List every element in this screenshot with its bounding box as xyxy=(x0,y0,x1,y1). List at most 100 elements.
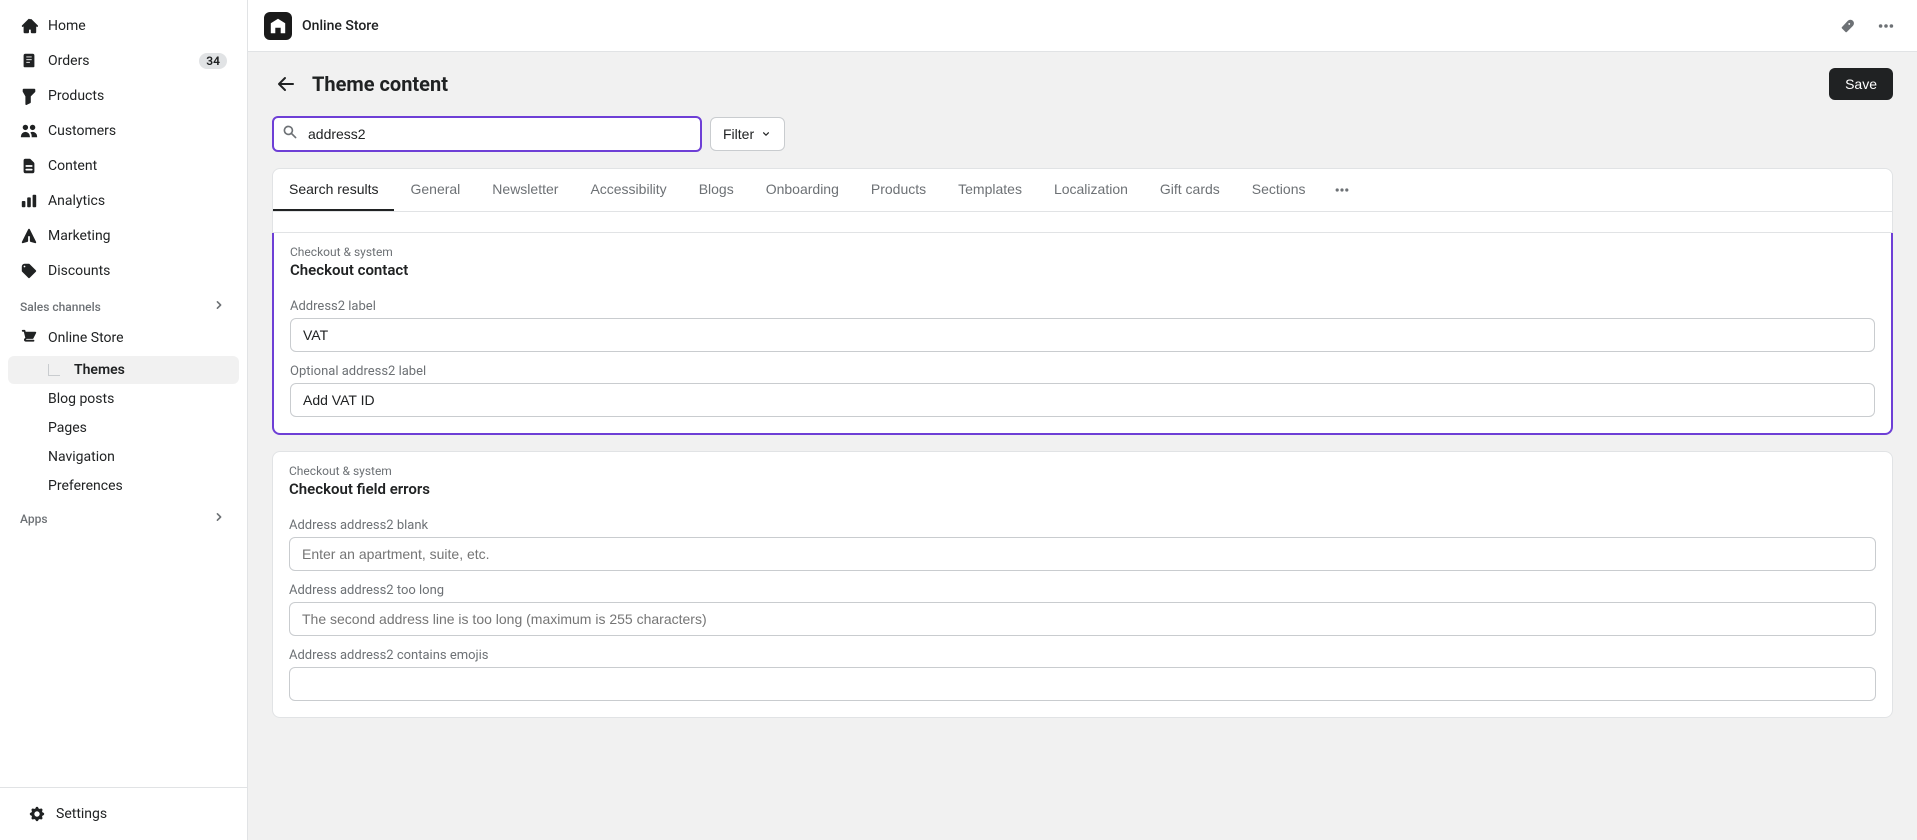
sidebar-sub-item-blog-posts-label: Blog posts xyxy=(48,391,114,407)
address2-label-label: Address2 label xyxy=(290,299,1875,314)
sidebar-sub-item-preferences-label: Preferences xyxy=(48,478,123,494)
settings-icon xyxy=(28,805,46,823)
back-button[interactable] xyxy=(272,70,300,98)
page-title: Theme content xyxy=(312,72,448,96)
content-icon xyxy=(20,157,38,175)
filter-label: Filter xyxy=(723,126,754,142)
discounts-icon xyxy=(20,262,38,280)
orders-badge: 34 xyxy=(199,53,227,69)
products-icon xyxy=(20,87,38,105)
tabs-wrapper: Search results General Newsletter Access… xyxy=(272,168,1893,233)
checkout-field-errors-section-title: Checkout field errors xyxy=(289,480,1876,498)
apps-label: Apps xyxy=(20,512,48,526)
save-button[interactable]: Save xyxy=(1829,68,1893,100)
tab-gift-cards[interactable]: Gift cards xyxy=(1144,169,1236,211)
sidebar: Home Orders 34 Products Customers Cont xyxy=(0,0,248,840)
tabs: Search results General Newsletter Access… xyxy=(273,169,1892,212)
sales-channels-label: Sales channels xyxy=(20,300,101,314)
tab-accessibility[interactable]: Accessibility xyxy=(574,169,682,211)
checkout-contact-header: Checkout & system Checkout contact xyxy=(274,233,1891,287)
orders-icon xyxy=(20,52,38,70)
content: Theme content Save Filter xyxy=(248,52,1917,840)
sidebar-item-themes[interactable]: Themes xyxy=(8,356,239,384)
sidebar-sub-item-themes-label: Themes xyxy=(74,362,125,378)
online-store-icon xyxy=(20,329,38,347)
content-body: Filter Search results General Newsletter… xyxy=(248,100,1917,750)
address-address2-blank-label: Address address2 blank xyxy=(289,518,1876,533)
sidebar-item-online-store[interactable]: Online Store xyxy=(8,321,239,355)
checkout-field-errors-section-label: Checkout & system xyxy=(289,464,1876,478)
sidebar-item-orders[interactable]: Orders 34 xyxy=(8,44,239,78)
sidebar-item-discounts-label: Discounts xyxy=(48,263,110,279)
address-address2-blank-input[interactable] xyxy=(289,537,1876,571)
sidebar-item-marketing[interactable]: Marketing xyxy=(8,219,239,253)
tab-sections[interactable]: Sections xyxy=(1236,169,1322,211)
sidebar-item-home-label: Home xyxy=(48,18,86,34)
sidebar-item-analytics[interactable]: Analytics xyxy=(8,184,239,218)
sales-channels-expand-icon[interactable] xyxy=(211,297,227,316)
topbar-actions xyxy=(1833,11,1901,41)
sidebar-item-online-store-label: Online Store xyxy=(48,330,124,346)
sidebar-item-blog-posts[interactable]: Blog posts xyxy=(8,385,239,413)
search-input-wrapper xyxy=(272,116,702,152)
tab-onboarding[interactable]: Onboarding xyxy=(750,169,855,211)
checkout-field-errors-fields: Address address2 blank Address address2 … xyxy=(273,518,1892,717)
sidebar-item-orders-label: Orders xyxy=(48,53,90,69)
checkout-contact-fields: Address2 label Optional address2 label xyxy=(274,299,1891,433)
pin-button[interactable] xyxy=(1833,11,1863,41)
apps-section: Apps xyxy=(0,501,247,532)
sidebar-item-navigation[interactable]: Navigation xyxy=(8,443,239,471)
address-address2-too-long-input[interactable] xyxy=(289,602,1876,636)
more-button[interactable] xyxy=(1871,11,1901,41)
checkout-field-errors-card: Checkout & system Checkout field errors … xyxy=(272,451,1893,718)
address2-label-input[interactable] xyxy=(290,318,1875,352)
sidebar-item-pages[interactable]: Pages xyxy=(8,414,239,442)
tab-search-results[interactable]: Search results xyxy=(273,169,394,211)
sidebar-item-discounts[interactable]: Discounts xyxy=(8,254,239,288)
checkout-field-errors-header: Checkout & system Checkout field errors xyxy=(273,452,1892,506)
sidebar-sub-item-pages-label: Pages xyxy=(48,420,87,436)
tab-general[interactable]: General xyxy=(394,169,476,211)
sidebar-sub-item-navigation-label: Navigation xyxy=(48,449,115,465)
customers-icon xyxy=(20,122,38,140)
sidebar-item-products-label: Products xyxy=(48,88,104,104)
search-input[interactable] xyxy=(272,116,702,152)
sidebar-item-home[interactable]: Home xyxy=(8,9,239,43)
optional-address2-label-label: Optional address2 label xyxy=(290,364,1875,379)
sidebar-item-customers-label: Customers xyxy=(48,123,116,139)
optional-address2-label-input[interactable] xyxy=(290,383,1875,417)
sidebar-item-content-label: Content xyxy=(48,158,97,174)
sidebar-item-marketing-label: Marketing xyxy=(48,228,111,244)
sidebar-item-settings[interactable]: Settings xyxy=(16,797,231,831)
sidebar-bottom: Settings xyxy=(0,787,247,840)
sidebar-item-analytics-label: Analytics xyxy=(48,193,105,209)
tab-blogs[interactable]: Blogs xyxy=(683,169,750,211)
tab-newsletter[interactable]: Newsletter xyxy=(476,169,574,211)
tab-more-button[interactable] xyxy=(1322,170,1362,210)
sidebar-item-products[interactable]: Products xyxy=(8,79,239,113)
sidebar-item-preferences[interactable]: Preferences xyxy=(8,472,239,500)
checkout-contact-section-title: Checkout contact xyxy=(290,261,1875,279)
topbar: Online Store xyxy=(248,0,1917,52)
analytics-icon xyxy=(20,192,38,210)
checkout-contact-section-label: Checkout & system xyxy=(290,245,1875,259)
tab-products[interactable]: Products xyxy=(855,169,942,211)
sidebar-nav: Home Orders 34 Products Customers Cont xyxy=(0,0,247,787)
marketing-icon xyxy=(20,227,38,245)
apps-expand-icon[interactable] xyxy=(211,509,227,528)
filter-button[interactable]: Filter xyxy=(710,117,785,151)
address-address2-contains-emojis-input[interactable] xyxy=(289,667,1876,701)
topbar-logo xyxy=(264,12,292,40)
sidebar-item-customers[interactable]: Customers xyxy=(8,114,239,148)
main: Online Store Theme content Save xyxy=(248,0,1917,840)
tab-localization[interactable]: Localization xyxy=(1038,169,1144,211)
sales-channels-section: Sales channels xyxy=(0,289,247,320)
checkout-contact-card: Checkout & system Checkout contact Addre… xyxy=(272,233,1893,435)
address-address2-too-long-label: Address address2 too long xyxy=(289,583,1876,598)
tab-templates[interactable]: Templates xyxy=(942,169,1038,211)
topbar-title: Online Store xyxy=(302,18,379,34)
address-address2-contains-emojis-label: Address address2 contains emojis xyxy=(289,648,1876,663)
tree-line xyxy=(48,364,60,376)
search-icon xyxy=(282,124,298,144)
sidebar-item-content[interactable]: Content xyxy=(8,149,239,183)
